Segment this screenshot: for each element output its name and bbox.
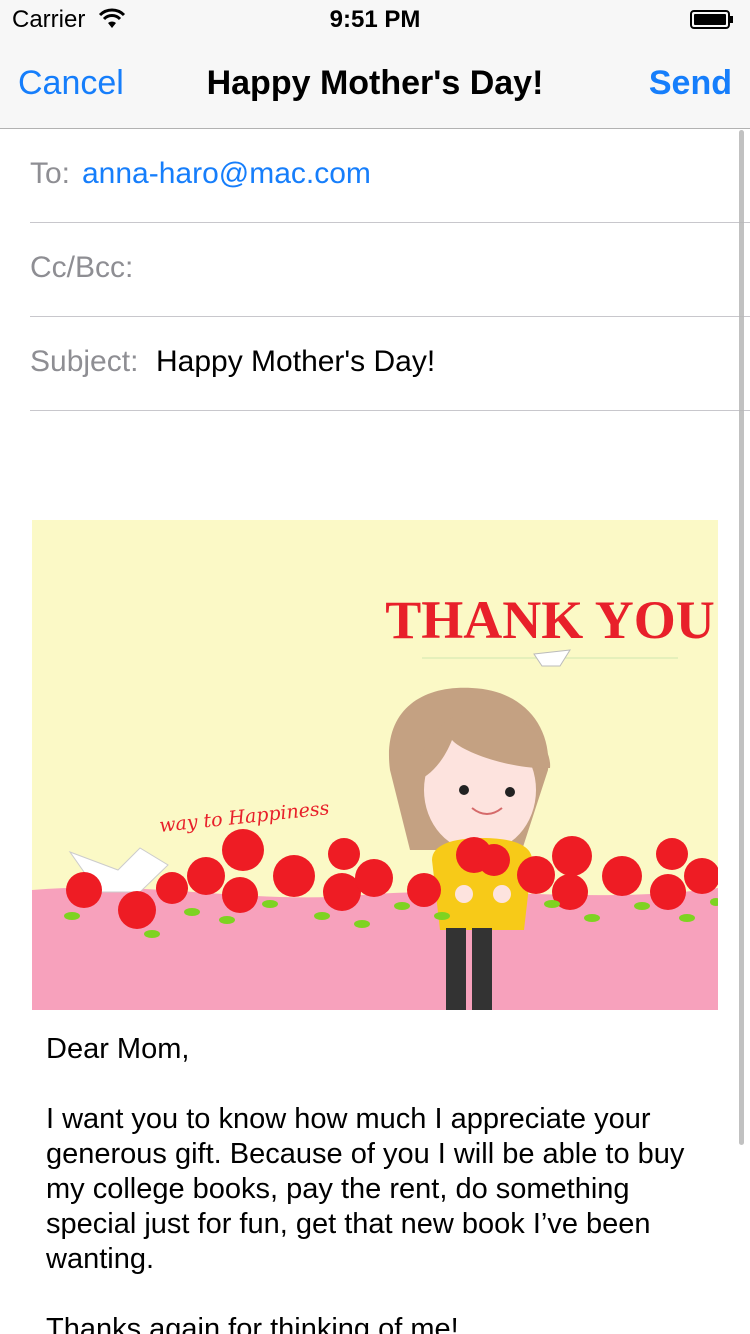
- body-paragraph-2: Thanks again for thinking of me!: [46, 1313, 459, 1334]
- to-label: To:: [30, 157, 71, 190]
- body-paragraph-1: I want you to know how much I appreciate…: [46, 1103, 685, 1275]
- to-field-row[interactable]: To: anna-haro@mac.com: [30, 129, 750, 223]
- scroll-indicator[interactable]: [739, 130, 744, 1145]
- to-recipient[interactable]: anna-haro@mac.com: [82, 157, 371, 191]
- thank-you-card-image: THANK YOU way to Happiness: [32, 520, 718, 1010]
- mail-compose-screen: Carrier 9:51 PM Cancel Happy Mother's Da…: [0, 0, 750, 1334]
- message-body[interactable]: Dear Mom, I want you to know how much I …: [46, 1032, 716, 1334]
- cc-bcc-field-row[interactable]: Cc/Bcc:: [30, 223, 750, 317]
- card-illustration: THANK YOU way to Happiness: [32, 520, 718, 1010]
- subject-label: Subject:: [30, 345, 139, 378]
- card-headline: THANK YOU: [385, 590, 715, 650]
- subject-input[interactable]: Happy Mother's Day!: [156, 345, 435, 379]
- send-button[interactable]: Send: [649, 64, 732, 103]
- status-time: 9:51 PM: [329, 6, 421, 33]
- compose-nav-bar: Cancel Happy Mother's Day! Send: [0, 40, 750, 129]
- cancel-button[interactable]: Cancel: [18, 64, 124, 103]
- status-bar: Carrier 9:51 PM: [0, 0, 750, 40]
- battery-icon: [690, 10, 733, 29]
- body-greeting: Dear Mom,: [46, 1033, 190, 1065]
- subject-field-row[interactable]: Subject: Happy Mother's Day!: [30, 317, 750, 411]
- cc-bcc-label: Cc/Bcc:: [30, 251, 134, 284]
